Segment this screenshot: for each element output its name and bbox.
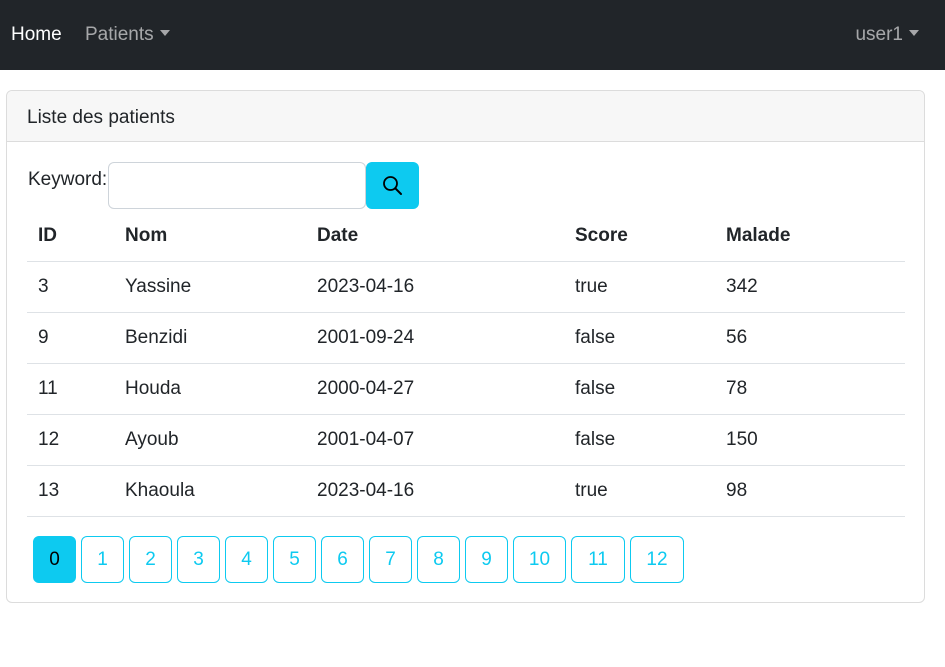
cell-malade: 78 xyxy=(715,363,905,415)
nav-patients-label: Patients xyxy=(85,24,154,45)
page-button-10[interactable]: 10 xyxy=(513,536,566,583)
cell-id: 3 xyxy=(27,261,114,313)
card-title: Liste des patients xyxy=(27,107,175,128)
cell-id: 12 xyxy=(27,414,114,466)
table-row: 3 Yassine 2023-04-16 true 342 xyxy=(27,261,905,313)
nav-home-link[interactable]: Home xyxy=(11,24,62,46)
cell-malade: 98 xyxy=(715,465,905,517)
cell-nom: Khaoula xyxy=(114,465,306,517)
caret-down-icon xyxy=(159,30,170,36)
keyword-input[interactable] xyxy=(108,162,366,209)
cell-nom: Yassine xyxy=(114,261,306,313)
cell-date: 2000-04-27 xyxy=(306,363,564,415)
table-row: 9 Benzidi 2001-09-24 false 56 xyxy=(27,312,905,364)
cell-malade: 342 xyxy=(715,261,905,313)
col-header-nom: Nom xyxy=(114,211,306,262)
table-header-row: ID Nom Date Score Malade xyxy=(27,211,905,262)
page-button-11[interactable]: 11 xyxy=(571,536,625,583)
nav-patients-dropdown[interactable]: Patients xyxy=(85,24,170,46)
page-button-8[interactable]: 8 xyxy=(417,536,460,583)
page-button-4[interactable]: 4 xyxy=(225,536,268,583)
cell-nom: Houda xyxy=(114,363,306,415)
table-row: 11 Houda 2000-04-27 false 78 xyxy=(27,363,905,415)
patients-card: Liste des patients Keyword: ID Nom Date … xyxy=(6,90,925,603)
nav-user-label: user1 xyxy=(855,24,903,45)
cell-date: 2023-04-16 xyxy=(306,261,564,313)
patients-table: ID Nom Date Score Malade 3 Yassine 2023-… xyxy=(27,211,905,517)
cell-date: 2001-04-07 xyxy=(306,414,564,466)
page-button-6[interactable]: 6 xyxy=(321,536,364,583)
col-header-score: Score xyxy=(564,211,715,262)
nav-user-dropdown[interactable]: user1 xyxy=(855,24,919,46)
pagination: 0 1 2 3 4 5 6 7 8 9 10 11 12 xyxy=(33,536,689,583)
cell-date: 2001-09-24 xyxy=(306,312,564,364)
cell-score: true xyxy=(564,465,715,517)
cell-score: true xyxy=(564,261,715,313)
card-header: Liste des patients xyxy=(7,91,924,142)
page-button-2[interactable]: 2 xyxy=(129,536,172,583)
table-row: 12 Ayoub 2001-04-07 false 150 xyxy=(27,414,905,466)
cell-date: 2023-04-16 xyxy=(306,465,564,517)
cell-malade: 150 xyxy=(715,414,905,466)
cell-id: 11 xyxy=(27,363,114,415)
cell-id: 9 xyxy=(27,312,114,364)
page-button-1[interactable]: 1 xyxy=(81,536,124,583)
page-button-7[interactable]: 7 xyxy=(369,536,412,583)
col-header-id: ID xyxy=(27,211,114,262)
page-button-9[interactable]: 9 xyxy=(465,536,508,583)
cell-score: false xyxy=(564,363,715,415)
navbar: Home Patients user1 xyxy=(0,0,945,70)
page-button-12[interactable]: 12 xyxy=(630,536,684,583)
cell-id: 13 xyxy=(27,465,114,517)
page-button-0[interactable]: 0 xyxy=(33,536,76,583)
page-button-5[interactable]: 5 xyxy=(273,536,316,583)
cell-malade: 56 xyxy=(715,312,905,364)
col-header-date: Date xyxy=(306,211,564,262)
table-row: 13 Khaoula 2023-04-16 true 98 xyxy=(27,465,905,517)
cell-nom: Ayoub xyxy=(114,414,306,466)
page-button-3[interactable]: 3 xyxy=(177,536,220,583)
cell-score: false xyxy=(564,414,715,466)
keyword-label: Keyword: xyxy=(28,169,108,190)
cell-score: false xyxy=(564,312,715,364)
search-icon xyxy=(383,176,402,195)
cell-nom: Benzidi xyxy=(114,312,306,364)
caret-down-icon xyxy=(909,30,919,36)
search-button[interactable] xyxy=(366,162,419,209)
col-header-malade: Malade xyxy=(715,211,905,262)
